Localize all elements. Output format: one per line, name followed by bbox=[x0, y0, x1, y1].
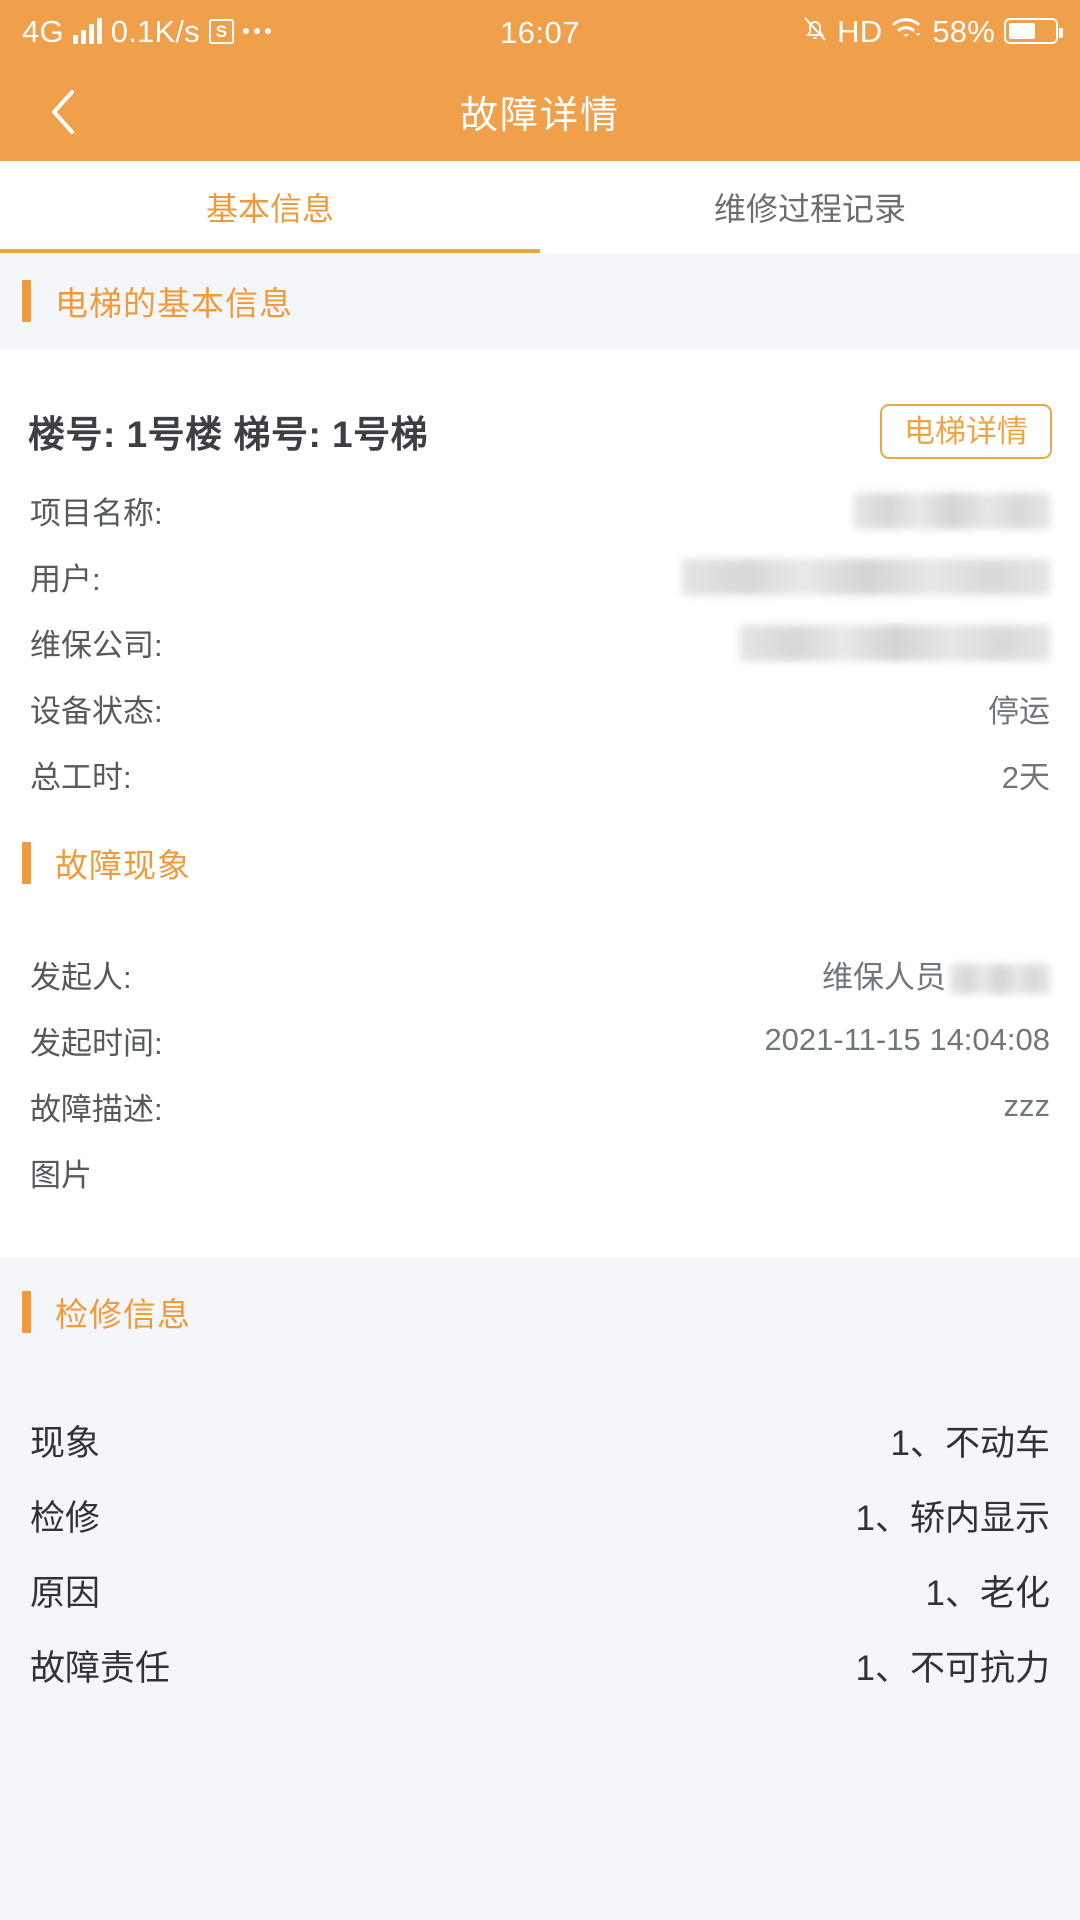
tab-basic-info-label: 基本信息 bbox=[205, 191, 334, 227]
row-total-hours: 总工时: 2天 bbox=[0, 741, 1080, 807]
section-title-basic-info: 电梯的基本信息 bbox=[55, 285, 293, 322]
row-user: 用户: bbox=[0, 543, 1080, 609]
tab-repair-records-label: 维修过程记录 bbox=[713, 191, 906, 227]
tab-repair-records[interactable]: 维修过程记录 bbox=[540, 161, 1080, 253]
section-header-fault: 故障现象 bbox=[0, 807, 1080, 919]
elevator-heading-row: 楼号: 1号楼 梯号: 1号梯 电梯详情 bbox=[0, 385, 1080, 477]
row-cause-label: 原因 bbox=[30, 1574, 101, 1613]
redacted-value bbox=[740, 624, 1050, 661]
section-accent-bar bbox=[22, 280, 31, 322]
row-fault-description: 故障描述: zzz bbox=[0, 1073, 1080, 1139]
row-maintenance-company: 维保公司: bbox=[0, 609, 1080, 675]
row-phenomenon-value: 1、不动车 bbox=[890, 1424, 1050, 1463]
row-device-status-label: 设备状态: bbox=[30, 693, 163, 729]
row-report-time-label: 发起时间: bbox=[30, 1025, 163, 1061]
title-bar: 故障详情 bbox=[0, 62, 1080, 161]
back-button[interactable] bbox=[36, 85, 90, 139]
row-user-label: 用户: bbox=[30, 561, 101, 597]
elevator-heading-label: 楼号: 1号楼 梯号: 1号梯 bbox=[28, 414, 429, 455]
repair-info-panel: 现象 1、不动车 检修 1、轿内显示 原因 1、老化 故障责任 1、不可抗力 bbox=[0, 1367, 1080, 1920]
row-project-name-value bbox=[854, 491, 1050, 529]
page-title: 故障详情 bbox=[459, 95, 620, 137]
row-responsibility-value: 1、不可抗力 bbox=[855, 1649, 1050, 1688]
section-title-repair: 检修信息 bbox=[55, 1296, 191, 1333]
row-fault-description-label: 故障描述: bbox=[30, 1091, 163, 1127]
row-project-name: 项目名称: bbox=[0, 477, 1080, 543]
spacer bbox=[0, 349, 1080, 385]
fault-detail-screen: 4G 0.1K/s S 16:07 HD 58% 故障详情 基本信息 维修过程记… bbox=[0, 0, 1080, 1920]
section-header-basic-info: 电梯的基本信息 bbox=[0, 253, 1080, 349]
row-maintenance-company-label: 维保公司: bbox=[30, 627, 163, 663]
row-cause-value: 1、老化 bbox=[925, 1574, 1050, 1613]
redacted-value bbox=[682, 558, 1050, 595]
row-phenomenon: 现象 1、不动车 bbox=[0, 1403, 1080, 1478]
row-total-hours-value: 2天 bbox=[1001, 759, 1050, 795]
section-header-repair: 检修信息 bbox=[0, 1257, 1080, 1367]
row-images: 图片 bbox=[0, 1139, 1080, 1205]
redacted-value bbox=[854, 492, 1050, 529]
section-title-fault: 故障现象 bbox=[55, 847, 191, 884]
row-report-time: 发起时间: 2021-11-15 14:04:08 bbox=[0, 1007, 1080, 1073]
row-maintenance-company-value bbox=[740, 623, 1050, 661]
row-responsibility-label: 故障责任 bbox=[30, 1649, 171, 1688]
row-reporter-label: 发起人: bbox=[30, 959, 132, 995]
row-phenomenon-label: 现象 bbox=[30, 1424, 101, 1463]
section-accent-bar bbox=[22, 842, 31, 884]
row-responsibility: 故障责任 1、不可抗力 bbox=[0, 1628, 1080, 1703]
redacted-value bbox=[950, 964, 1050, 995]
chevron-left-icon bbox=[52, 89, 74, 134]
elevator-detail-button[interactable]: 电梯详情 bbox=[880, 403, 1052, 459]
spacer bbox=[0, 1205, 1080, 1257]
tab-bar: 基本信息 维修过程记录 bbox=[0, 161, 1080, 253]
row-project-name-label: 项目名称: bbox=[30, 495, 163, 531]
row-inspection-value: 1、轿内显示 bbox=[855, 1499, 1050, 1538]
battery-icon bbox=[1004, 18, 1063, 44]
row-reporter-value-text: 维保人员 bbox=[822, 959, 946, 995]
row-user-value bbox=[682, 557, 1050, 595]
row-device-status: 设备状态: 停运 bbox=[0, 675, 1080, 741]
row-inspection-label: 检修 bbox=[30, 1499, 101, 1538]
row-images-label: 图片 bbox=[30, 1157, 92, 1193]
tab-basic-info[interactable]: 基本信息 bbox=[0, 161, 540, 253]
row-fault-description-value: zzz bbox=[1003, 1088, 1051, 1123]
section-accent-bar bbox=[22, 1291, 31, 1333]
row-reporter-value: 维保人员 bbox=[822, 952, 1050, 997]
row-cause: 原因 1、老化 bbox=[0, 1553, 1080, 1628]
row-inspection: 检修 1、轿内显示 bbox=[0, 1478, 1080, 1553]
row-device-status-value: 停运 bbox=[988, 693, 1050, 729]
status-bar: 4G 0.1K/s S 16:07 HD 58% bbox=[0, 0, 1080, 62]
row-reporter: 发起人: 维保人员 bbox=[0, 941, 1080, 1007]
clock-label: 16:07 bbox=[499, 15, 581, 50]
row-total-hours-label: 总工时: bbox=[30, 759, 132, 795]
row-report-time-value: 2021-11-15 14:04:08 bbox=[764, 1022, 1050, 1057]
